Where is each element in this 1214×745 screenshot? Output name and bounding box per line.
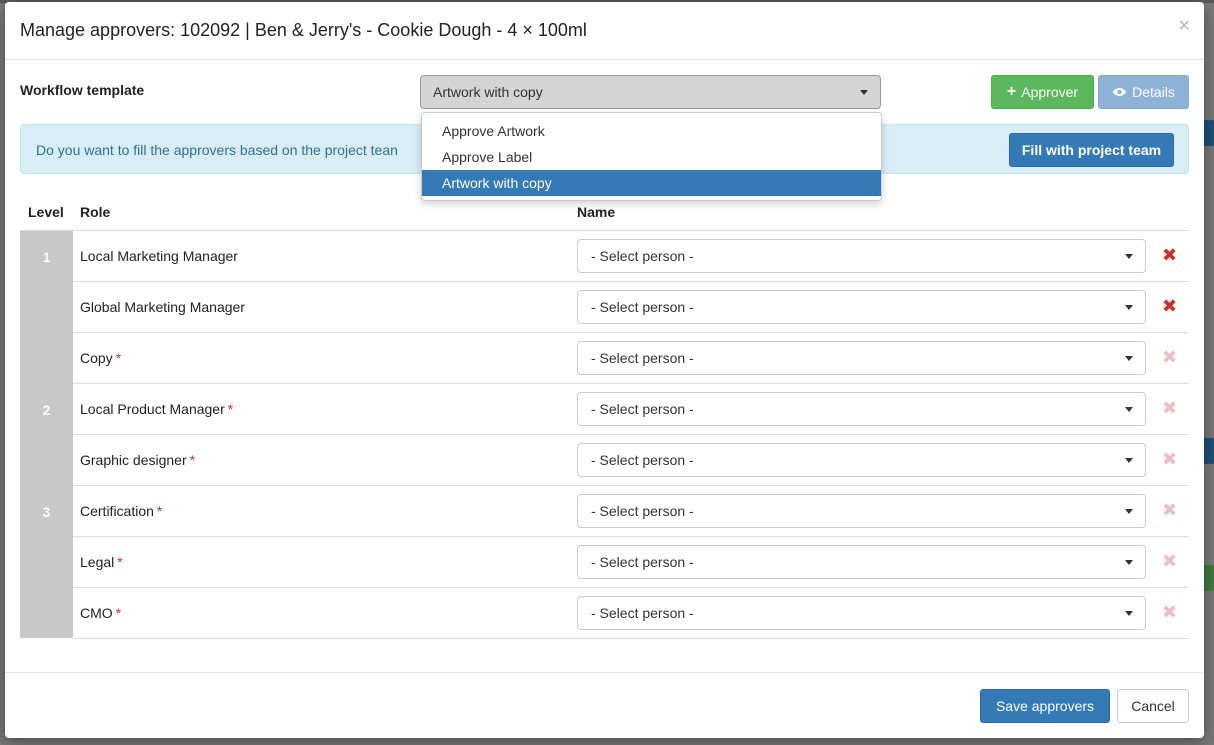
- role-label: Copy *: [80, 350, 121, 366]
- column-header-level: Level: [28, 204, 64, 220]
- role-name: CMO: [80, 605, 113, 621]
- select-person-dropdown[interactable]: - Select person -: [577, 341, 1146, 375]
- role-name: Local Marketing Manager: [80, 248, 238, 264]
- dropdown-option[interactable]: Approve Label: [422, 144, 881, 170]
- level-cell: 3: [20, 486, 73, 638]
- role-name: Graphic designer: [80, 452, 187, 468]
- role-label: Graphic designer *: [80, 452, 195, 468]
- required-marker: *: [117, 554, 123, 570]
- level-cell: 1: [20, 231, 73, 384]
- footer-divider: [5, 672, 1204, 673]
- plus-icon: +: [1006, 83, 1017, 100]
- details-button[interactable]: Details: [1098, 75, 1189, 109]
- role-label: Certification *: [80, 503, 162, 519]
- remove-approver-icon[interactable]: ✖: [1162, 246, 1177, 264]
- cancel-button[interactable]: Cancel: [1117, 689, 1189, 723]
- approver-row: Graphic designer * - Select person - ✖: [73, 435, 1189, 486]
- workflow-template-value: Artwork with copy: [433, 84, 543, 100]
- remove-approver-icon[interactable]: ✖: [1162, 552, 1177, 570]
- modal-title: Manage approvers: 102092 | Ben & Jerry's…: [20, 20, 587, 40]
- role-label: Legal *: [80, 554, 123, 570]
- role-label: CMO *: [80, 605, 121, 621]
- approver-row: Legal * - Select person - ✖: [73, 537, 1189, 588]
- caret-down-icon: [1125, 356, 1133, 361]
- dropdown-option[interactable]: Approve Artwork: [422, 118, 881, 144]
- role-name: Local Product Manager: [80, 401, 225, 417]
- approver-row: Certification * - Select person - ✖: [73, 486, 1189, 537]
- level-cell: 2: [20, 384, 73, 486]
- role-label: Local Product Manager *: [80, 401, 233, 417]
- select-person-dropdown[interactable]: - Select person -: [577, 545, 1146, 579]
- approver-row: Local Marketing Manager - Select person -…: [73, 231, 1189, 282]
- alert-text: Do you want to fill the approvers based …: [36, 142, 398, 158]
- close-icon[interactable]: ×: [1178, 16, 1190, 36]
- workflow-template-label: Workflow template: [20, 82, 145, 98]
- remove-approver-icon[interactable]: ✖: [1162, 501, 1177, 519]
- select-person-value: - Select person -: [591, 503, 694, 519]
- select-person-dropdown[interactable]: - Select person -: [577, 494, 1146, 528]
- caret-down-icon: [1125, 509, 1133, 514]
- caret-down-icon: [1125, 254, 1133, 259]
- select-person-dropdown[interactable]: - Select person -: [577, 392, 1146, 426]
- remove-approver-icon[interactable]: ✖: [1162, 297, 1177, 315]
- remove-approver-icon[interactable]: ✖: [1162, 603, 1177, 621]
- save-approvers-button[interactable]: Save approvers: [980, 689, 1110, 723]
- add-approver-button[interactable]: + Approver: [991, 75, 1094, 109]
- details-label: Details: [1132, 84, 1175, 100]
- role-label: Global Marketing Manager: [80, 299, 248, 315]
- fill-with-project-team-button[interactable]: Fill with project team: [1009, 133, 1174, 167]
- approver-row: Global Marketing Manager - Select person …: [73, 282, 1189, 333]
- select-person-dropdown[interactable]: - Select person -: [577, 596, 1146, 630]
- manage-approvers-modal: Manage approvers: 102092 | Ben & Jerry's…: [5, 2, 1204, 738]
- approver-row: CMO * - Select person - ✖: [73, 588, 1189, 639]
- select-person-value: - Select person -: [591, 350, 694, 366]
- workflow-template-select[interactable]: Artwork with copy: [420, 75, 881, 109]
- select-person-value: - Select person -: [591, 299, 694, 315]
- remove-approver-icon[interactable]: ✖: [1162, 348, 1177, 366]
- column-header-role: Role: [80, 204, 111, 220]
- approver-row: Local Product Manager * - Select person - ✖: [73, 384, 1189, 435]
- select-person-dropdown[interactable]: - Select person -: [577, 239, 1146, 273]
- required-marker: *: [227, 401, 234, 417]
- required-marker: *: [115, 350, 122, 366]
- role-name: Global Marketing Manager: [80, 299, 245, 315]
- required-marker: *: [115, 605, 122, 621]
- role-name: Certification: [80, 503, 154, 519]
- caret-down-icon: [1125, 560, 1133, 565]
- role-name: Legal: [80, 554, 115, 570]
- caret-down-icon: [1125, 611, 1133, 616]
- select-person-value: - Select person -: [591, 401, 694, 417]
- remove-approver-icon[interactable]: ✖: [1162, 399, 1177, 417]
- role-name: Copy: [80, 350, 113, 366]
- dropdown-option-selected[interactable]: Artwork with copy: [422, 170, 881, 196]
- select-person-value: - Select person -: [591, 605, 694, 621]
- role-label: Local Marketing Manager: [80, 248, 241, 264]
- select-person-dropdown[interactable]: - Select person -: [577, 290, 1146, 324]
- caret-down-icon: [1125, 305, 1133, 310]
- required-marker: *: [156, 503, 163, 519]
- required-marker: *: [189, 452, 196, 468]
- caret-down-icon: [1125, 407, 1133, 412]
- modal-header: Manage approvers: 102092 | Ben & Jerry's…: [5, 2, 1204, 60]
- select-person-value: - Select person -: [591, 248, 694, 264]
- caret-down-icon: [1125, 458, 1133, 463]
- select-person-value: - Select person -: [591, 452, 694, 468]
- select-person-dropdown[interactable]: - Select person -: [577, 443, 1146, 477]
- approver-row: Copy * - Select person - ✖: [73, 333, 1189, 384]
- caret-down-icon: [860, 90, 868, 95]
- column-header-name: Name: [577, 204, 616, 220]
- workflow-template-dropdown: Approve Artwork Approve Label Artwork wi…: [421, 112, 882, 201]
- add-approver-label: Approver: [1021, 84, 1079, 100]
- select-person-value: - Select person -: [591, 554, 694, 570]
- eye-icon: [1112, 88, 1127, 96]
- remove-approver-icon[interactable]: ✖: [1162, 450, 1177, 468]
